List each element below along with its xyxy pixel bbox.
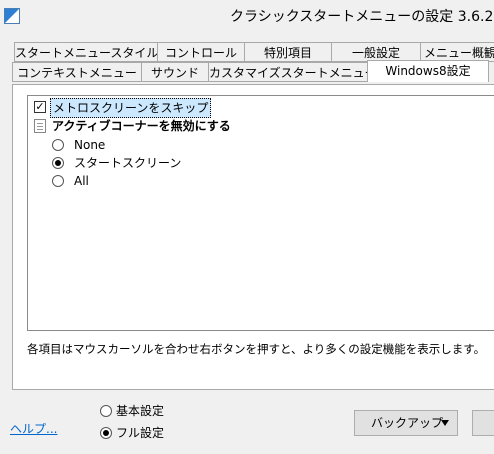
settings-document-icon (34, 119, 46, 133)
radio-none-label[interactable]: None (74, 136, 105, 154)
tab-controls[interactable]: コントロール (157, 42, 245, 62)
mode-full-radio[interactable] (100, 427, 112, 439)
tab-context-menu[interactable]: コンテキストメニュー (12, 62, 142, 82)
mode-basic-label[interactable]: 基本設定 (116, 402, 164, 420)
tab-general-settings[interactable]: 一般設定 (331, 42, 421, 62)
tab-start-menu-style[interactable]: スタートメニュースタイル (14, 42, 158, 62)
radio-all[interactable] (52, 175, 64, 187)
help-link[interactable]: ヘルプ... (10, 420, 57, 437)
settings-tree: ✓ メトロスクリーンをスキップ アクティブコーナーを無効にする None スター… (27, 95, 494, 331)
radio-none[interactable] (52, 139, 64, 151)
mode-full-label[interactable]: フル設定 (116, 424, 164, 442)
chevron-down-icon (441, 420, 449, 426)
tab-sound[interactable]: サウンド (141, 62, 209, 82)
tab-menu-look[interactable]: メニュー概観 (420, 42, 494, 62)
tab-content-panel: ✓ メトロスクリーンをスキップ アクティブコーナーを無効にする None スター… (12, 84, 494, 390)
radio-start-screen[interactable] (52, 157, 64, 169)
radio-all-label[interactable]: All (74, 172, 89, 190)
active-corners-label: アクティブコーナーを無効にする (52, 119, 231, 133)
mode-basic-radio[interactable] (100, 405, 112, 417)
tab-customize-start-menu[interactable]: カスタマイズスタートメニュー (208, 62, 368, 82)
tab-special-items[interactable]: 特別項目 (244, 42, 332, 62)
skip-metro-checkbox[interactable]: ✓ (34, 101, 46, 113)
backup-button-label: バックアップ (371, 416, 444, 430)
title-bar: クラシックスタートメニューの設定 3.6.2 (0, 0, 494, 30)
skip-metro-label[interactable]: メトロスクリーンをスキップ (50, 98, 212, 118)
ok-button[interactable] (472, 410, 494, 436)
window-title: クラシックスタートメニューの設定 3.6.2 (230, 9, 494, 25)
radio-start-screen-label[interactable]: スタートスクリーン (74, 154, 181, 172)
backup-button[interactable]: バックアップ (354, 410, 458, 436)
hint-text: 各項目はマウスカーソルを合わせ右ボタンを押すと、より多くの設定機能を表示します。 (27, 342, 486, 356)
tab-strip: スタートメニュースタイル コントロール 特別項目 一般設定 メニュー概観 コンテ… (0, 30, 494, 90)
tab-windows8-settings[interactable]: Windows8設定 (367, 60, 489, 82)
app-icon (4, 8, 20, 24)
